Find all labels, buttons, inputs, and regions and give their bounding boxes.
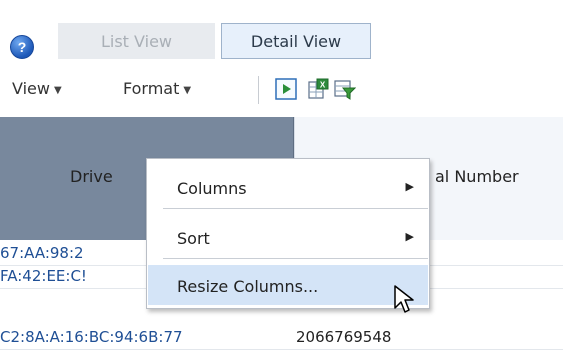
svg-text:X: X bbox=[320, 81, 326, 90]
menu-item-resize-columns[interactable]: Resize Columns... bbox=[148, 265, 428, 305]
mouse-cursor-icon bbox=[394, 285, 414, 313]
serial-cell: 2066769548 bbox=[296, 328, 392, 346]
chevron-right-icon: ▶ bbox=[405, 230, 414, 243]
menu-item-label: Columns bbox=[177, 179, 247, 198]
filter-icon[interactable] bbox=[334, 78, 356, 100]
chevron-down-icon: ▼ bbox=[183, 85, 192, 96]
context-menu: Columns ▶ Sort ▶ Resize Columns... bbox=[146, 158, 430, 309]
toolbar: View ▼ Format ▼ X bbox=[0, 64, 563, 116]
menu-item-columns[interactable]: Columns ▶ bbox=[148, 167, 428, 207]
view-switcher: ? List View Detail View bbox=[0, 0, 563, 62]
help-icon[interactable]: ? bbox=[10, 35, 34, 59]
toolbar-separator bbox=[258, 76, 259, 104]
column-header-drive-label: Drive bbox=[70, 167, 113, 186]
export-excel-icon[interactable]: X bbox=[307, 78, 329, 100]
menu-separator bbox=[163, 258, 428, 259]
table-row[interactable]: C2:8A:A:16:BC:94:6B:77 2066769548 bbox=[0, 327, 563, 350]
run-icon[interactable] bbox=[275, 78, 297, 100]
drive-cell[interactable]: C2:8A:A:16:BC:94:6B:77 bbox=[0, 328, 290, 346]
menu-item-label: Resize Columns... bbox=[177, 277, 319, 296]
view-menu[interactable]: View ▼ bbox=[12, 79, 62, 98]
tab-list-view[interactable]: List View bbox=[58, 23, 215, 59]
format-menu[interactable]: Format ▼ bbox=[123, 79, 191, 98]
tab-detail-view[interactable]: Detail View bbox=[221, 23, 371, 59]
column-header-serial-label: al Number bbox=[435, 167, 519, 186]
menu-separator bbox=[163, 208, 428, 209]
format-menu-label: Format bbox=[123, 79, 180, 98]
menu-item-sort[interactable]: Sort ▶ bbox=[148, 217, 428, 257]
chevron-right-icon: ▶ bbox=[405, 180, 414, 193]
chevron-down-icon: ▼ bbox=[53, 85, 62, 96]
view-menu-label: View bbox=[12, 79, 50, 98]
menu-item-label: Sort bbox=[177, 229, 210, 248]
